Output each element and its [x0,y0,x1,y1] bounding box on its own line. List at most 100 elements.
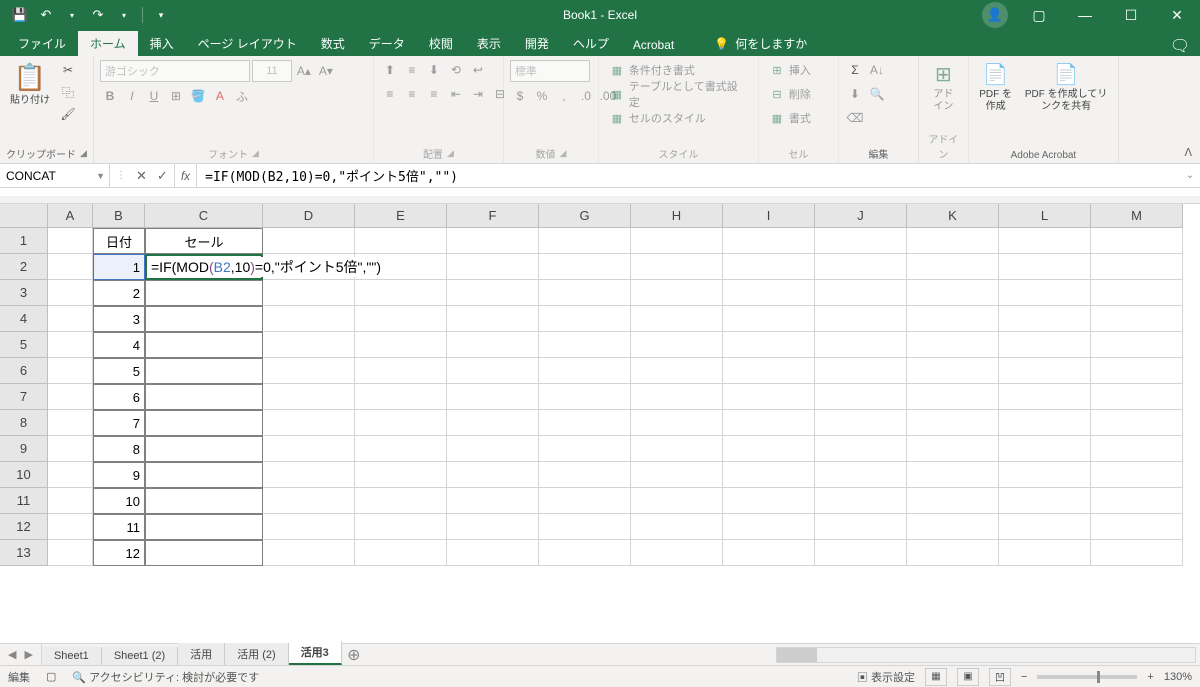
sheet-tab-1[interactable]: Sheet1 (2) [102,647,178,665]
cell-K9[interactable] [907,436,999,462]
autosum-icon[interactable]: Σ [845,60,865,80]
cell-K7[interactable] [907,384,999,410]
cell-I11[interactable] [723,488,815,514]
row-header-10[interactable]: 10 [0,462,48,488]
cell-K11[interactable] [907,488,999,514]
cell-B8[interactable]: 7 [93,410,145,436]
tell-me-search[interactable]: 💡 何をしますか [706,31,815,56]
share-button[interactable]: 🗨 [1160,36,1200,56]
undo-icon[interactable]: ↶ [34,3,58,27]
cell-E6[interactable] [355,358,447,384]
cell-C10[interactable] [145,462,263,488]
column-header-B[interactable]: B [93,204,145,228]
cell-A3[interactable] [48,280,93,306]
column-header-M[interactable]: M [1091,204,1183,228]
fill-color-icon[interactable]: 🪣 [188,86,208,106]
cell-M2[interactable] [1091,254,1183,280]
grid[interactable]: ABCDEFGHIJKLM1日付セール21=IF(MOD(B2,10)=0,"ポ… [0,204,1200,566]
cell-F7[interactable] [447,384,539,410]
cell-B9[interactable]: 8 [93,436,145,462]
undo-dropdown-icon[interactable]: ▾ [60,3,84,27]
cell-C8[interactable] [145,410,263,436]
cell-J4[interactable] [815,306,907,332]
cell-J2[interactable] [815,254,907,280]
qat-customize-icon[interactable]: ▾ [149,3,173,27]
cell-J8[interactable] [815,410,907,436]
tab-data[interactable]: データ [357,31,417,56]
column-header-A[interactable]: A [48,204,93,228]
cell-K2[interactable] [907,254,999,280]
clipboard-dialog-icon[interactable]: ◢ [80,148,87,159]
cell-C6[interactable] [145,358,263,384]
cell-J5[interactable] [815,332,907,358]
cell-L1[interactable] [999,228,1091,254]
tab-home[interactable]: ホーム [78,31,138,56]
increase-indent-icon[interactable]: ⇥ [468,84,488,104]
cell-D7[interactable] [263,384,355,410]
cell-D11[interactable] [263,488,355,514]
cell-K10[interactable] [907,462,999,488]
cell-M1[interactable] [1091,228,1183,254]
page-layout-view-icon[interactable]: ▣ [957,668,979,686]
cell-L9[interactable] [999,436,1091,462]
zoom-in-icon[interactable]: + [1147,671,1153,683]
cell-A5[interactable] [48,332,93,358]
cell-L12[interactable] [999,514,1091,540]
cell-G5[interactable] [539,332,631,358]
cell-F10[interactable] [447,462,539,488]
column-header-H[interactable]: H [631,204,723,228]
redo-icon[interactable]: ↷ [86,3,110,27]
redo-dropdown-icon[interactable]: ▾ [112,3,136,27]
cell-A7[interactable] [48,384,93,410]
formula-input[interactable]: =IF(MOD(B2,10)=0,"ポイント5倍","") [197,164,1180,187]
row-header-3[interactable]: 3 [0,280,48,306]
number-dialog-icon[interactable]: ◢ [559,148,566,159]
underline-icon[interactable]: U [144,86,164,106]
align-center-icon[interactable]: ≡ [402,84,422,104]
accessibility-status[interactable]: 🔍 アクセシビリティ: 検討が必要です [72,669,259,685]
row-header-11[interactable]: 11 [0,488,48,514]
cell-D9[interactable] [263,436,355,462]
tab-page-layout[interactable]: ページ レイアウト [186,31,309,56]
row-header-4[interactable]: 4 [0,306,48,332]
cell-G3[interactable] [539,280,631,306]
cell-D6[interactable] [263,358,355,384]
cell-F4[interactable] [447,306,539,332]
font-size-combo[interactable]: 11 [252,60,292,82]
cell-H4[interactable] [631,306,723,332]
cell-M3[interactable] [1091,280,1183,306]
cell-A8[interactable] [48,410,93,436]
cell-B10[interactable]: 9 [93,462,145,488]
cell-H2[interactable] [631,254,723,280]
cell-L13[interactable] [999,540,1091,566]
cell-C1[interactable]: セール [145,228,263,254]
align-bottom-icon[interactable]: ⬇ [424,60,444,80]
cell-F13[interactable] [447,540,539,566]
row-header-2[interactable]: 2 [0,254,48,280]
clear-icon[interactable]: ⌫ [845,108,865,128]
cell-F11[interactable] [447,488,539,514]
copy-icon[interactable]: ⿻ [58,82,78,102]
cell-I1[interactable] [723,228,815,254]
cell-B3[interactable]: 2 [93,280,145,306]
increase-decimal-icon[interactable]: .0 [576,86,596,106]
row-header-8[interactable]: 8 [0,410,48,436]
cell-I5[interactable] [723,332,815,358]
cell-I2[interactable] [723,254,815,280]
cell-M10[interactable] [1091,462,1183,488]
sort-filter-icon[interactable]: A↓ [867,60,887,80]
cell-E1[interactable] [355,228,447,254]
cell-C4[interactable] [145,306,263,332]
cell-J9[interactable] [815,436,907,462]
tab-review[interactable]: 校閲 [417,31,465,56]
insert-function-icon[interactable]: fx [175,164,197,187]
cell-edit-formula[interactable]: =IF(MOD(B2,10)=0,"ポイント5倍","") [149,257,383,277]
cell-G2[interactable] [539,254,631,280]
cell-E5[interactable] [355,332,447,358]
cell-A9[interactable] [48,436,93,462]
collapse-ribbon-icon[interactable]: ᐱ [1184,146,1192,159]
minimize-button[interactable]: — [1062,0,1108,30]
cell-G7[interactable] [539,384,631,410]
tab-insert[interactable]: 挿入 [138,31,186,56]
cell-M4[interactable] [1091,306,1183,332]
